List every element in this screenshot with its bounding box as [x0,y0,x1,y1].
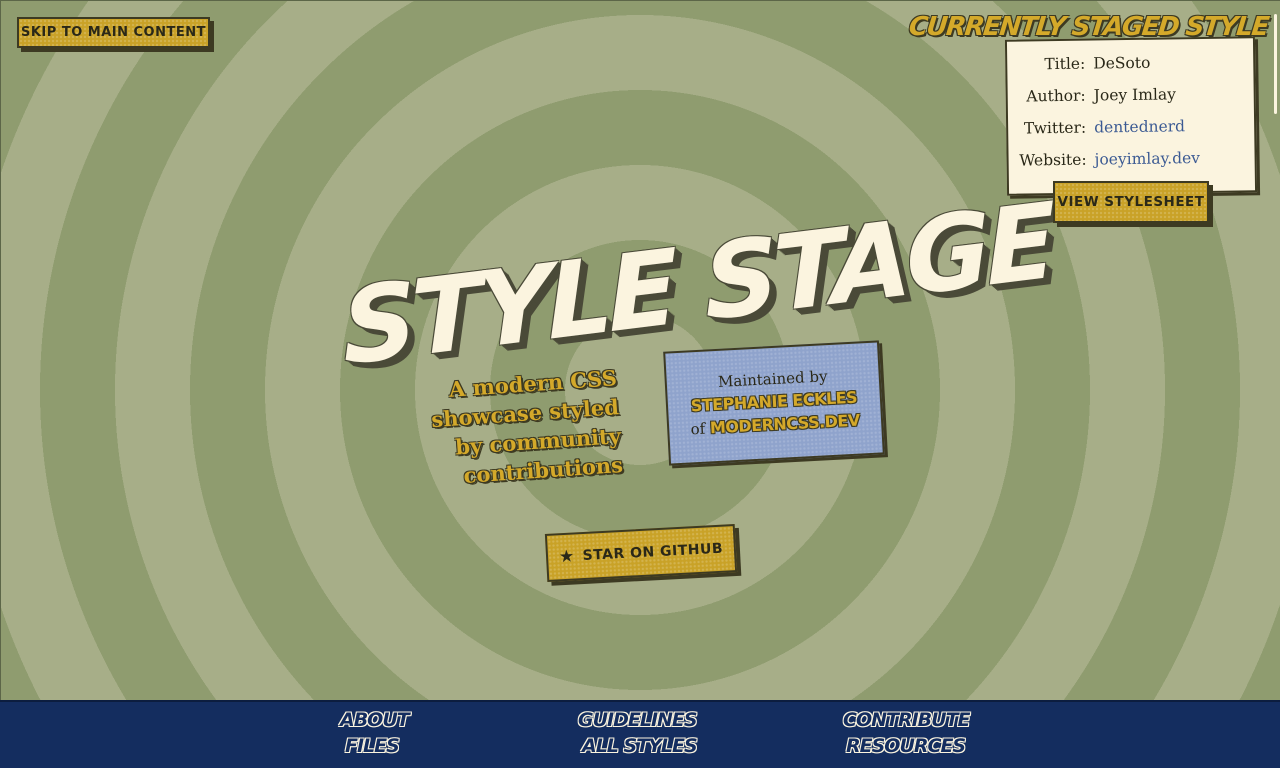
staged-style-card: Title: DeSoto Author: Joey Imlay Twitter… [1004,36,1258,196]
nav-about[interactable]: About [340,709,410,731]
star-on-github-label: Star on GitHub [582,540,724,565]
nav-guidelines[interactable]: Guidelines [578,709,698,731]
star-on-github-button[interactable]: ★ Star on GitHub [544,524,738,582]
meta-key-twitter: Twitter: [1023,118,1087,138]
maintainer-card: Maintained by Stephanie Eckles of Modern… [663,340,885,466]
meta-value-title: DeSoto [1093,53,1151,73]
footer-nav: About Files Guidelines All Styles Contri… [0,700,1280,768]
meta-row-website: Website: joeyimlay.dev [1008,147,1258,170]
meta-key-author: Author: [1026,86,1086,106]
meta-key-website: Website: [1019,150,1087,170]
meta-key-title: Title: [1044,54,1086,74]
skip-to-main-content-link[interactable]: Skip to main content [17,17,210,48]
nav-all-styles[interactable]: All Styles [582,735,698,757]
meta-value-author: Joey Imlay [1093,85,1177,105]
star-icon: ★ [558,546,576,568]
meta-row-twitter: Twitter: dentednerd [1008,115,1258,138]
nav-files[interactable]: Files [345,735,400,757]
meta-row-author: Author: Joey Imlay [1008,83,1258,106]
website-link[interactable]: joeyimlay.dev [1094,148,1200,169]
nav-resources[interactable]: Resources [846,735,966,757]
scrollbar-thumb[interactable] [1274,14,1277,114]
view-stylesheet-button[interactable]: View Stylesheet [1053,181,1209,223]
staged-style-heading: Currently Staged Style [907,12,1270,42]
nav-contribute[interactable]: Contribute [843,709,971,731]
meta-row-title: Title: DeSoto [1007,51,1257,74]
of-label: of [690,419,706,439]
tagline: A modern CSS showcase styled by communit… [416,363,624,493]
twitter-link[interactable]: dentednerd [1094,116,1185,137]
